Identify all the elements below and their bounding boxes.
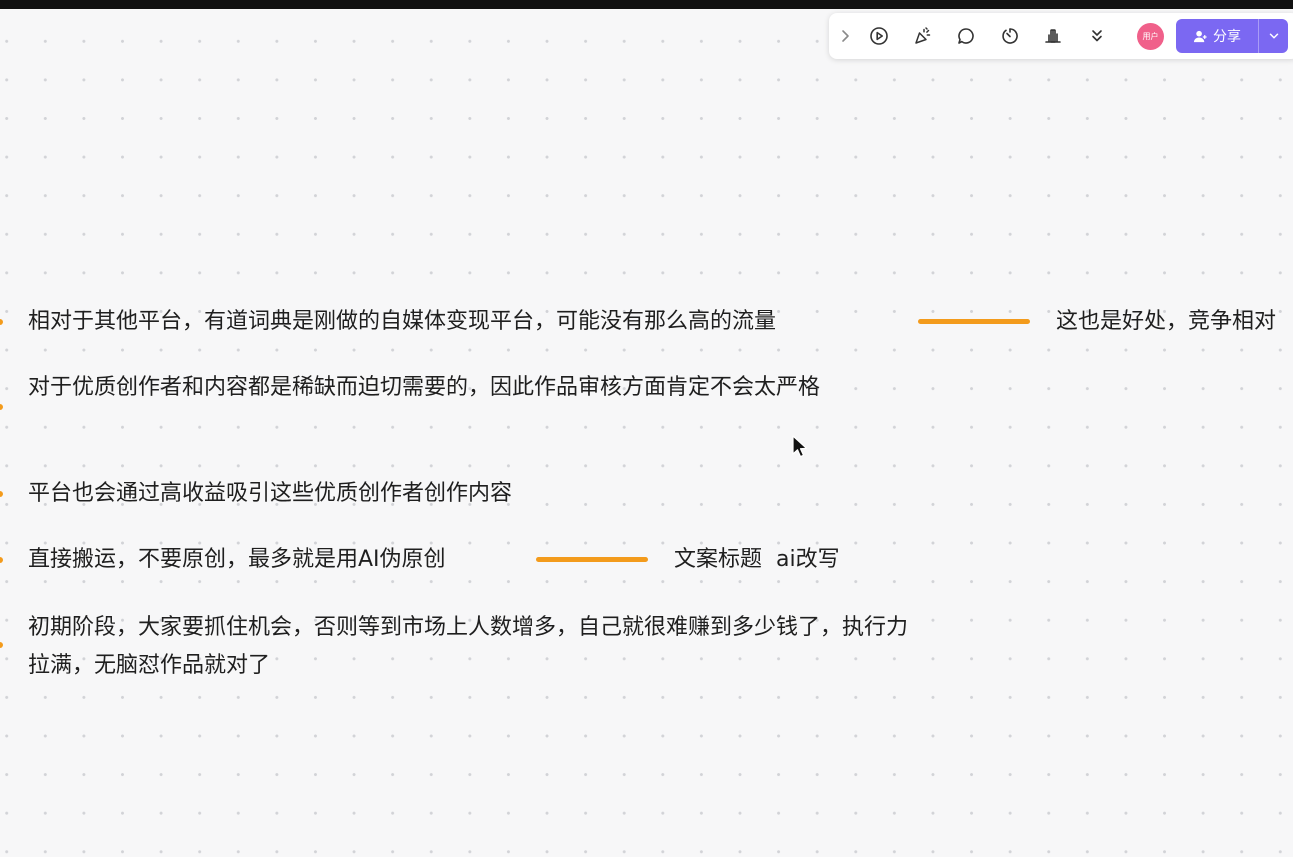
mindmap-child-node-4[interactable]: 文案标题 ai改写 xyxy=(674,541,840,579)
top-toolbar: 用户 分享 xyxy=(829,13,1293,59)
branch-bullet xyxy=(0,557,3,563)
add-user-icon xyxy=(1193,30,1207,42)
share-button[interactable]: 分享 xyxy=(1176,19,1288,53)
branch-bullet xyxy=(0,319,3,325)
celebrate-icon[interactable] xyxy=(911,24,935,48)
share-label: 分享 xyxy=(1213,29,1241,45)
share-dropdown-button[interactable] xyxy=(1259,19,1288,53)
connector-line xyxy=(536,557,648,562)
mindmap-node-2[interactable]: 对于优质创作者和内容都是稀缺而迫切需要的，因此作品审核方面肯定不会太严格 xyxy=(28,369,922,407)
mindmap-node-5[interactable]: 初期阶段，大家要抓住机会，否则等到市场上人数增多，自己就很难赚到多少钱了，执行力… xyxy=(28,609,922,685)
window-top-bar xyxy=(0,0,1293,9)
user-avatar[interactable]: 用户 xyxy=(1137,23,1164,50)
mindmap-node-1[interactable]: 相对于其他平台，有道词典是刚做的自媒体变现平台，可能没有那么高的流量 xyxy=(28,303,776,341)
chevron-right-icon[interactable] xyxy=(833,24,857,48)
vote-icon[interactable] xyxy=(1041,24,1065,48)
chevron-down-icon xyxy=(1269,33,1278,39)
more-down-icon[interactable] xyxy=(1085,24,1109,48)
mindmap-node-3[interactable]: 平台也会通过高收益吸引这些优质创作者创作内容 xyxy=(28,475,512,513)
share-main-button[interactable]: 分享 xyxy=(1176,19,1258,53)
timer-icon[interactable] xyxy=(998,24,1022,48)
comment-icon[interactable] xyxy=(954,24,978,48)
connector-line xyxy=(918,319,1030,324)
branch-bullet xyxy=(0,404,3,410)
branch-bullet xyxy=(0,491,3,497)
play-icon[interactable] xyxy=(867,24,891,48)
branch-bullet xyxy=(0,642,3,648)
mindmap-child-node-1[interactable]: 这也是好处，竞争相对 xyxy=(1056,303,1276,341)
mouse-pointer-icon xyxy=(792,435,808,458)
mindmap-node-4[interactable]: 直接搬运，不要原创，最多就是用AI伪原创 xyxy=(28,541,446,579)
